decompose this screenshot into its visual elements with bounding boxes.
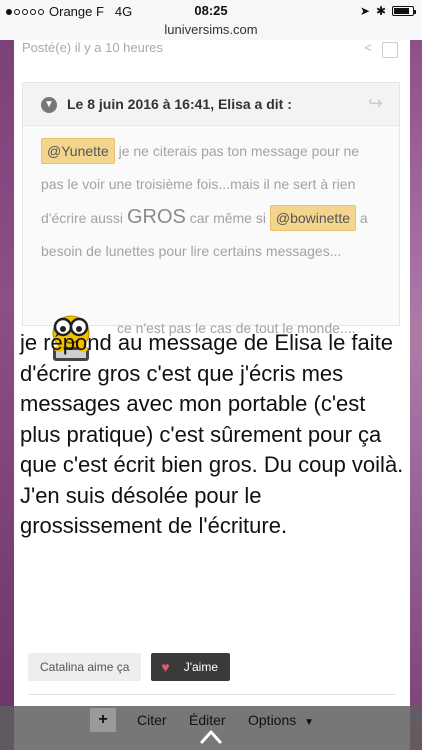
page-background-right — [410, 0, 422, 750]
post-time: Posté(e) il y a 10 heures — [22, 40, 163, 55]
options-button[interactable]: Options ▼ — [248, 712, 314, 728]
status-time: 08:25 — [194, 3, 228, 18]
post-separator — [28, 694, 396, 695]
quote-button[interactable]: Citer — [137, 712, 167, 728]
quote-big-word: GROS — [126, 206, 186, 228]
mention-yunette[interactable]: @Yunette — [41, 138, 115, 164]
address-bar[interactable]: luniversims.com — [0, 22, 422, 40]
page-background-left — [0, 0, 14, 750]
scroll-to-top-chevron-icon[interactable] — [200, 726, 222, 748]
quote-text: @Yunette je ne citerais pas ton message … — [41, 135, 381, 268]
options-label: Options — [248, 712, 297, 728]
post-message: je répond au message de Elisa le faite d… — [20, 328, 404, 542]
post-message-text: je répond au message de Elisa le faite d… — [20, 330, 404, 538]
select-post-checkbox[interactable] — [382, 42, 398, 58]
post-action-bar: + Citer Éditer Options ▼ — [0, 706, 422, 750]
likes-suffix: aime ça — [84, 660, 130, 674]
likes-summary[interactable]: Catalina aime ça — [28, 653, 142, 681]
location-icon: ➤ — [359, 4, 370, 18]
like-button-label: J'aime — [183, 660, 219, 674]
caret-down-icon: ▼ — [304, 717, 315, 728]
share-icon[interactable]: < — [364, 40, 372, 55]
mention-bowinette[interactable]: @bowinette — [269, 205, 357, 231]
quote-text-part-2: car même si — [185, 210, 270, 226]
collapse-quote-icon[interactable]: ▼ — [41, 97, 57, 113]
bluetooth-icon: ✱ — [375, 4, 386, 18]
quote-attribution: Le 8 juin 2016 à 16:41, Elisa a dit : — [67, 96, 292, 112]
previous-post-meta: Posté(e) il y a 10 heures < — [22, 40, 402, 58]
post-content: Posté(e) il y a 10 heures < ▼ Le 8 juin … — [14, 40, 410, 750]
quote-header: ▼ Le 8 juin 2016 à 16:41, Elisa a dit : … — [23, 83, 399, 126]
status-bar: Orange F 4G 08:25 ➤ ✱ — [0, 0, 422, 22]
heart-icon: ♥ — [161, 659, 170, 675]
reactions-row: Catalina aime ça ♥ J'aime — [28, 653, 231, 681]
like-button[interactable]: ♥ J'aime — [151, 653, 231, 681]
status-icons: ➤ ✱ — [359, 4, 416, 18]
go-to-quoted-post-icon[interactable]: ↪ — [368, 93, 383, 114]
liker-name[interactable]: Catalina — [40, 660, 84, 674]
battery-icon — [392, 6, 416, 16]
quote-block: ▼ Le 8 juin 2016 à 16:41, Elisa a dit : … — [22, 82, 400, 361]
multiquote-button[interactable]: + — [90, 708, 116, 732]
